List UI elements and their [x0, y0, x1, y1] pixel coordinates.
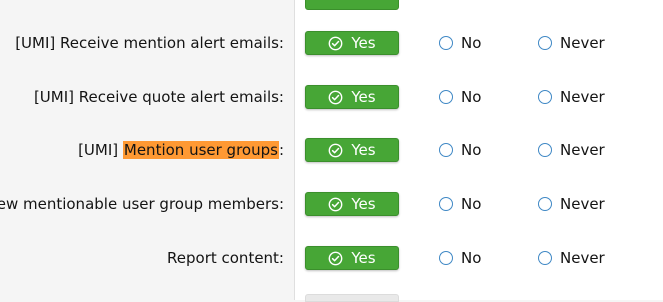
radio-icon[interactable] — [439, 90, 453, 104]
permission-label: [UMI] Receive quote alert emails: — [33, 88, 284, 106]
permission-label: [UMI] Mention user groups: — [78, 141, 284, 159]
permission-label: I] View mentionable user group members: — [0, 195, 284, 213]
never-radio-option[interactable]: Never — [538, 187, 605, 221]
permission-row: Report content: Yes No Never — [0, 241, 663, 275]
no-label: No — [461, 141, 482, 159]
yes-label: Yes — [351, 88, 376, 106]
check-circle-icon — [329, 197, 343, 211]
yes-button[interactable]: Yes — [305, 192, 399, 216]
never-label: Never — [560, 141, 605, 159]
yes-button-partial[interactable] — [305, 0, 399, 10]
check-circle-icon — [329, 36, 343, 50]
never-label: Never — [560, 195, 605, 213]
radio-icon[interactable] — [538, 251, 552, 265]
yes-button[interactable]: Yes — [305, 246, 399, 270]
no-label: No — [461, 34, 482, 52]
yes-label: Yes — [351, 34, 376, 52]
never-radio-option[interactable]: Never — [538, 26, 605, 60]
permission-row: [UMI] Mention user groups: Yes No Never — [0, 133, 663, 167]
radio-icon[interactable] — [538, 143, 552, 157]
no-radio-option[interactable]: No — [439, 26, 481, 60]
no-label: No — [461, 249, 482, 267]
yes-button[interactable]: Yes — [305, 138, 399, 162]
no-radio-option[interactable]: No — [439, 133, 481, 167]
never-label: Never — [560, 88, 605, 106]
radio-icon[interactable] — [538, 36, 552, 50]
no-label: No — [461, 195, 482, 213]
never-radio-option[interactable]: Never — [538, 133, 605, 167]
no-label: No — [461, 88, 482, 106]
radio-icon[interactable] — [439, 251, 453, 265]
permission-row: I] View mentionable user group members: … — [0, 187, 663, 221]
permission-label: [UMI] Receive mention alert emails: — [15, 34, 284, 52]
search-highlight: Mention user groups — [122, 141, 279, 159]
radio-icon[interactable] — [439, 143, 453, 157]
check-circle-icon — [329, 90, 343, 104]
no-radio-option[interactable]: No — [439, 80, 481, 114]
yes-label: Yes — [351, 141, 376, 159]
yes-button[interactable]: Yes — [305, 85, 399, 109]
permission-row: [UMI] Receive mention alert emails: Yes … — [0, 26, 663, 60]
radio-icon[interactable] — [439, 36, 453, 50]
yes-button[interactable]: Yes — [305, 31, 399, 55]
yes-label: Yes — [351, 195, 376, 213]
check-circle-icon — [329, 251, 343, 265]
never-label: Never — [560, 34, 605, 52]
never-label: Never — [560, 249, 605, 267]
permission-label: Report content: — [167, 249, 284, 267]
never-radio-option[interactable]: Never — [538, 80, 605, 114]
yes-label: Yes — [351, 249, 376, 267]
permission-row: [UMI] Receive quote alert emails: Yes No… — [0, 80, 663, 114]
no-radio-option[interactable]: No — [439, 187, 481, 221]
radio-icon[interactable] — [538, 90, 552, 104]
no-radio-option[interactable]: No — [439, 241, 481, 275]
check-circle-icon — [329, 143, 343, 157]
next-row-control-partial[interactable] — [305, 294, 399, 302]
never-radio-option[interactable]: Never — [538, 241, 605, 275]
radio-icon[interactable] — [538, 197, 552, 211]
radio-icon[interactable] — [439, 197, 453, 211]
